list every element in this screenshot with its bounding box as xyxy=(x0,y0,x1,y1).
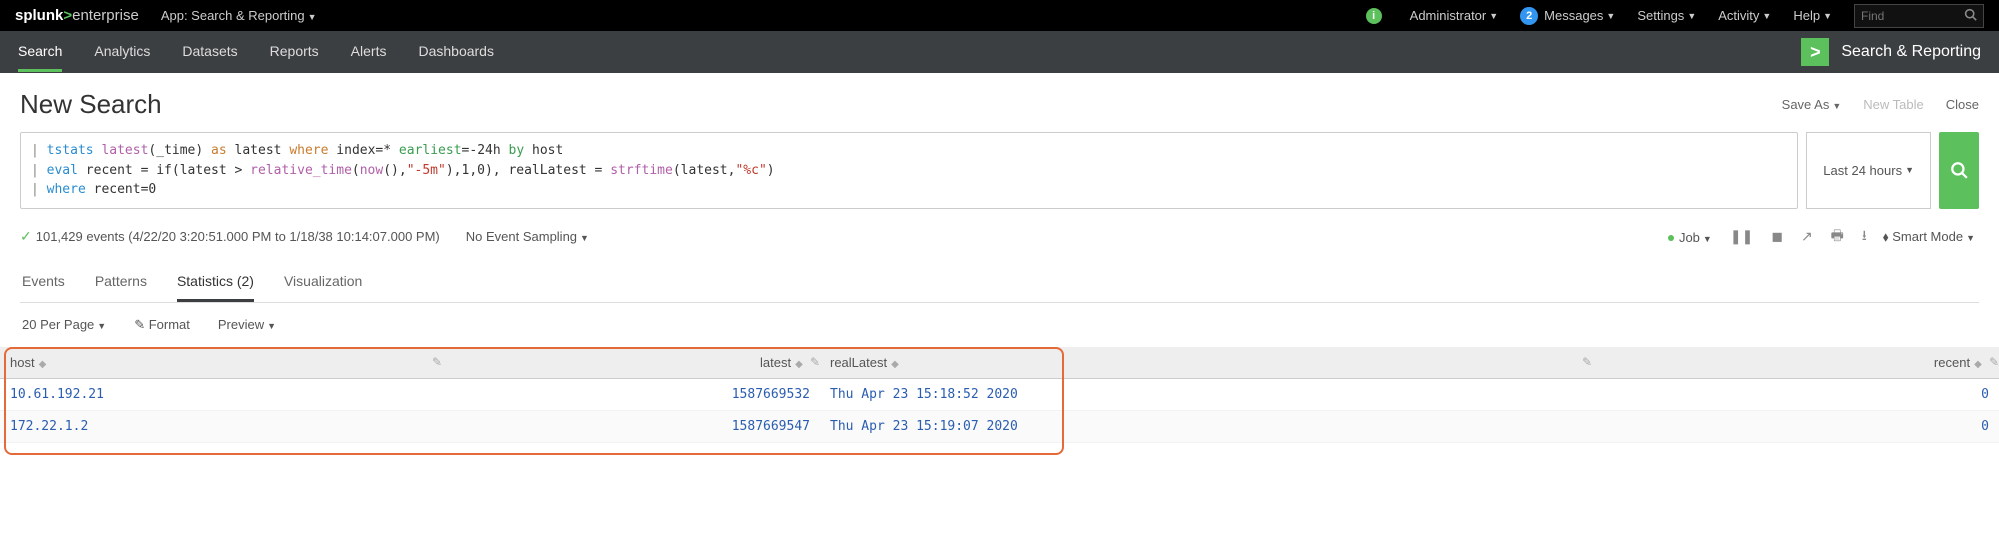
nav-search[interactable]: Search xyxy=(18,33,62,72)
per-page-select[interactable]: 20 Per Page▼ xyxy=(22,317,106,333)
event-sampling[interactable]: No Event Sampling▼ xyxy=(466,229,589,244)
col-recent[interactable]: recent◆ ✎ xyxy=(1600,347,1999,379)
search-button[interactable] xyxy=(1939,132,1979,209)
col-host[interactable]: host◆✎ xyxy=(0,347,450,379)
tab-events[interactable]: Events xyxy=(22,263,65,302)
new-table-button: New Table xyxy=(1863,97,1923,112)
navbar: Search Analytics Datasets Reports Alerts… xyxy=(0,31,1999,73)
pencil-icon[interactable]: ✎ xyxy=(1582,355,1592,369)
tab-visualization[interactable]: Visualization xyxy=(284,263,362,302)
events-count: ✓101,429 events (4/22/20 3:20:51.000 PM … xyxy=(20,228,440,245)
page-title: New Search xyxy=(20,89,162,120)
messages-menu[interactable]: 2Messages▼ xyxy=(1520,7,1615,25)
table-row[interactable]: 10.61.192.21 1587669532 Thu Apr 23 15:18… xyxy=(0,378,1999,410)
results-table: host◆✎ latest◆ ✎ realLatest◆✎ recent◆ ✎ … xyxy=(0,347,1999,443)
time-range-picker[interactable]: Last 24 hours▼ xyxy=(1806,132,1931,209)
info-icon[interactable]: i xyxy=(1366,8,1388,24)
nav-dashboards[interactable]: Dashboards xyxy=(418,33,494,72)
pencil-icon[interactable]: ✎ xyxy=(1989,355,1999,369)
col-reallatest[interactable]: realLatest◆✎ xyxy=(820,347,1600,379)
col-latest[interactable]: latest◆ ✎ xyxy=(450,347,820,379)
tab-statistics[interactable]: Statistics (2) xyxy=(177,263,254,302)
pencil-icon[interactable]: ✎ xyxy=(810,355,820,369)
job-menu[interactable]: ● Job▼ xyxy=(1667,229,1712,245)
user-menu[interactable]: Administrator▼ xyxy=(1410,8,1499,23)
find-input[interactable] xyxy=(1854,4,1984,28)
preview-toggle[interactable]: Preview▼ xyxy=(218,317,276,333)
nav-reports[interactable]: Reports xyxy=(270,33,319,72)
nav-analytics[interactable]: Analytics xyxy=(94,33,150,72)
help-menu[interactable]: Help▼ xyxy=(1793,8,1832,23)
search-input[interactable]: | tstats latest(_time) as latest where i… xyxy=(20,132,1798,209)
tab-patterns[interactable]: Patterns xyxy=(95,263,147,302)
table-row[interactable]: 172.22.1.2 1587669547 Thu Apr 23 15:19:0… xyxy=(0,410,1999,442)
topbar: splunk>enterprise App: Search & Reportin… xyxy=(0,0,1999,31)
app-switcher[interactable]: App: Search & Reporting▼ xyxy=(161,8,317,23)
close-button[interactable]: Close xyxy=(1946,97,1979,112)
stop-icon[interactable]: ◼ xyxy=(1771,228,1783,245)
logo: splunk>enterprise xyxy=(15,7,139,24)
settings-menu[interactable]: Settings▼ xyxy=(1637,8,1696,23)
chevron-right-icon: > xyxy=(1801,38,1829,66)
search-icon xyxy=(1964,8,1977,24)
nav-alerts[interactable]: Alerts xyxy=(351,33,387,72)
format-button[interactable]: ✎ Format xyxy=(134,317,190,333)
share-icon[interactable]: ↗ xyxy=(1801,228,1813,245)
nav-datasets[interactable]: Datasets xyxy=(182,33,237,72)
save-as-button[interactable]: Save As▼ xyxy=(1782,97,1842,112)
pencil-icon[interactable]: ✎ xyxy=(432,355,442,369)
activity-menu[interactable]: Activity▼ xyxy=(1718,8,1771,23)
pause-icon[interactable]: ❚❚ xyxy=(1730,228,1753,245)
print-icon[interactable]: 🖶 xyxy=(1831,225,1844,249)
search-mode[interactable]: ⬧ Smart Mode▼ xyxy=(1883,229,1975,245)
app-brand: > Search & Reporting xyxy=(1801,38,1981,66)
export-icon[interactable]: ⭳ xyxy=(1862,225,1867,249)
